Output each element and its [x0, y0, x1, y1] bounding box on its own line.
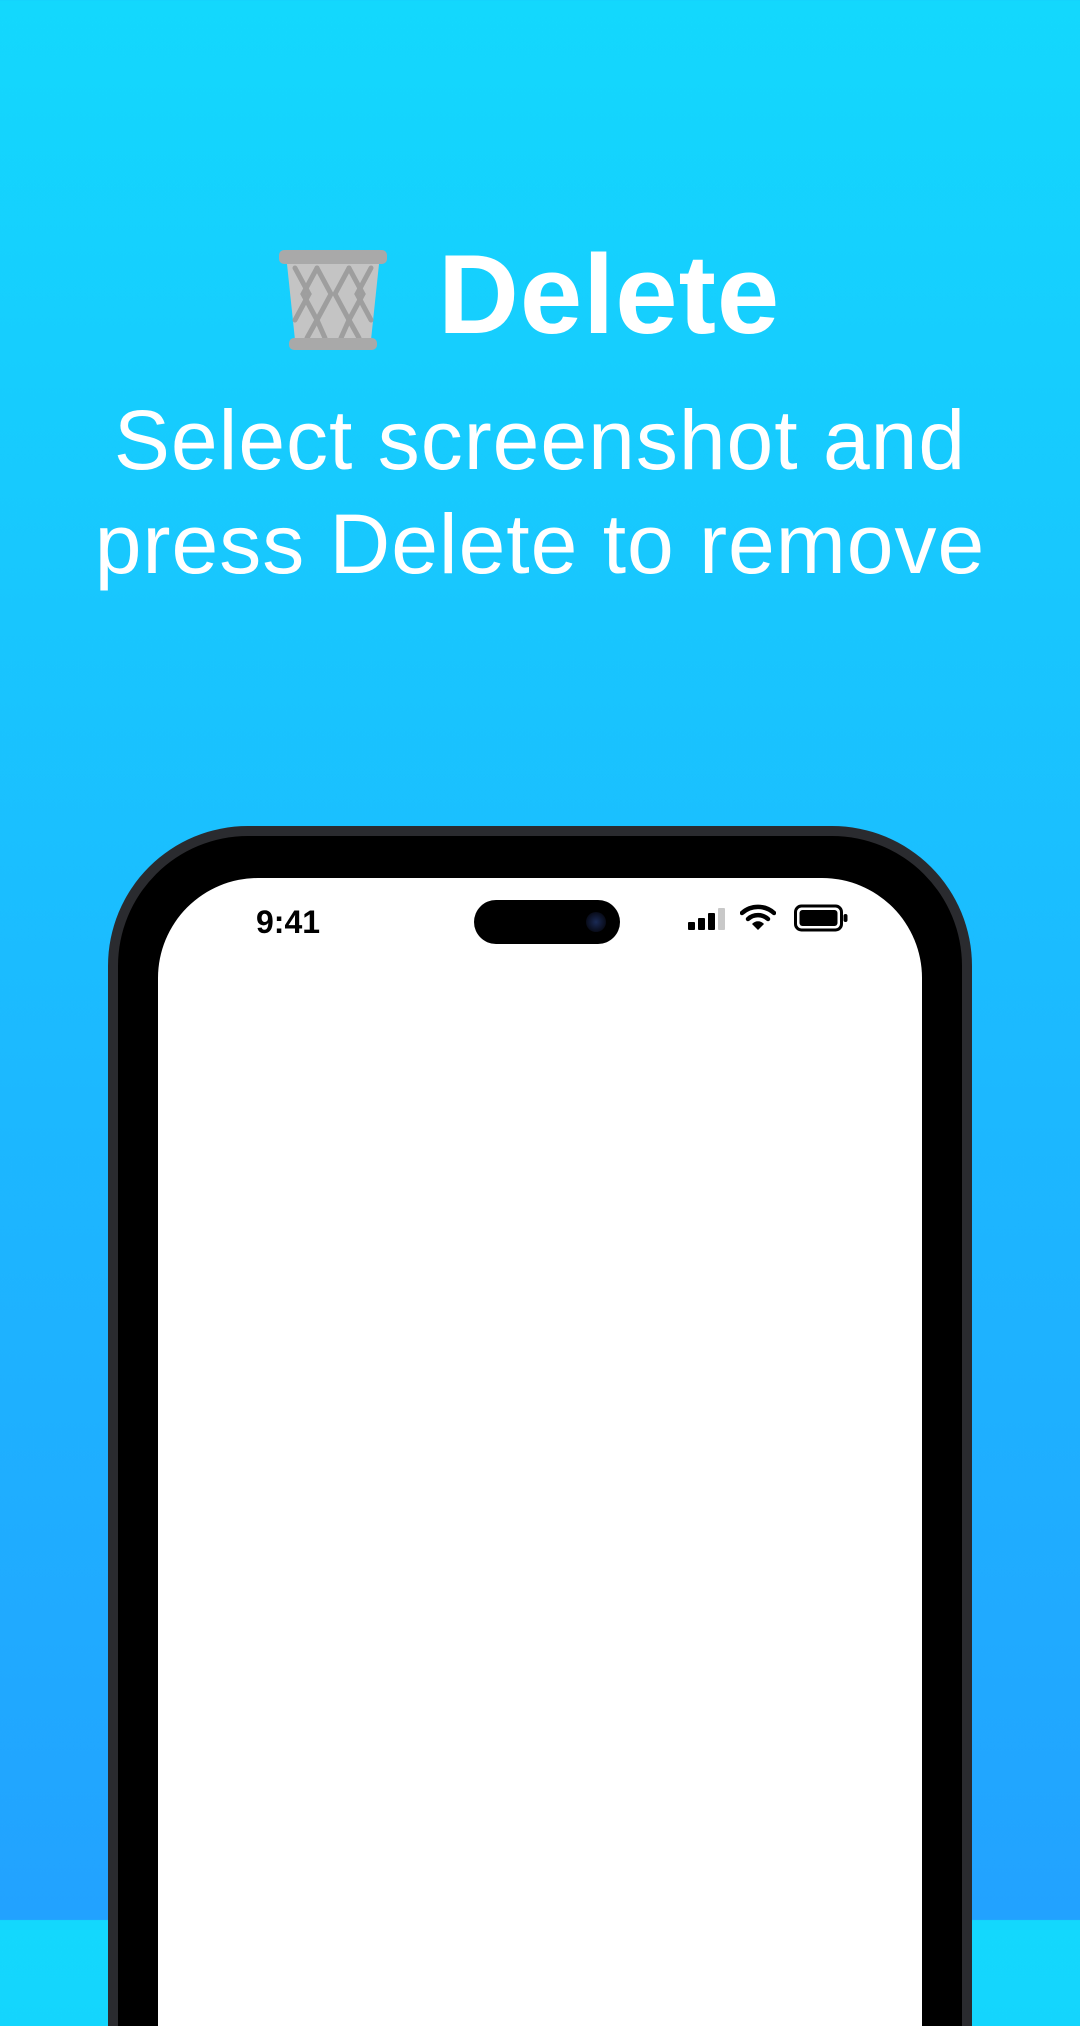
phone-mockup: 9:41: [108, 826, 972, 2026]
page-title: Delete: [438, 232, 781, 357]
title-row: Delete: [0, 230, 1080, 360]
status-bar-icons: [688, 904, 848, 938]
dynamic-island: [474, 900, 620, 944]
cellular-signal-icon: [688, 908, 725, 930]
wastebasket-icon: [279, 250, 387, 350]
status-bar-time: 9:41: [256, 904, 321, 940]
wifi-icon: [740, 904, 776, 930]
phone-screen: 9:41: [158, 878, 922, 2026]
subtitle: Select screenshot and press Delete to re…: [40, 388, 1040, 596]
phone-bezel: 9:41: [118, 836, 962, 2026]
subtitle-line-2: press Delete to remove: [94, 497, 986, 591]
front-camera-icon: [586, 912, 606, 932]
subtitle-line-1: Select screenshot and: [113, 393, 967, 487]
battery-icon: [794, 904, 848, 932]
